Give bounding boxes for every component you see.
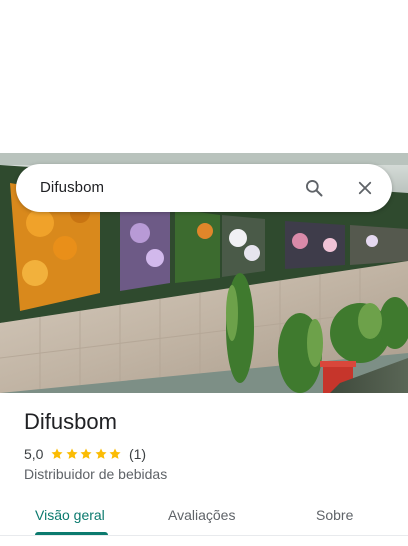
close-icon[interactable]: [353, 176, 377, 200]
search-bar[interactable]: Difusbom: [16, 164, 392, 212]
rating-row[interactable]: 5,0 (1): [24, 445, 146, 463]
star-icon: [95, 448, 107, 459]
place-title: Difusbom: [24, 409, 117, 434]
star-icon: [51, 448, 64, 459]
tab-overview[interactable]: Visão geral: [35, 507, 105, 523]
tabs-divider: [0, 535, 408, 536]
star-icon: [109, 448, 122, 459]
star-rating: [50, 447, 123, 461]
place-category[interactable]: Distribuidor de bebidas: [24, 466, 167, 482]
search-input[interactable]: Difusbom: [40, 179, 104, 196]
star-icon: [80, 448, 93, 459]
search-icon[interactable]: [302, 176, 326, 200]
rating-value: 5,0: [24, 446, 44, 462]
tab-about[interactable]: Sobre: [316, 507, 353, 523]
tab-bar: Visão geral Avaliações Sobre: [0, 496, 408, 538]
tab-reviews[interactable]: Avaliações: [168, 507, 235, 523]
review-count[interactable]: (1): [129, 446, 146, 462]
star-icon: [66, 448, 78, 459]
